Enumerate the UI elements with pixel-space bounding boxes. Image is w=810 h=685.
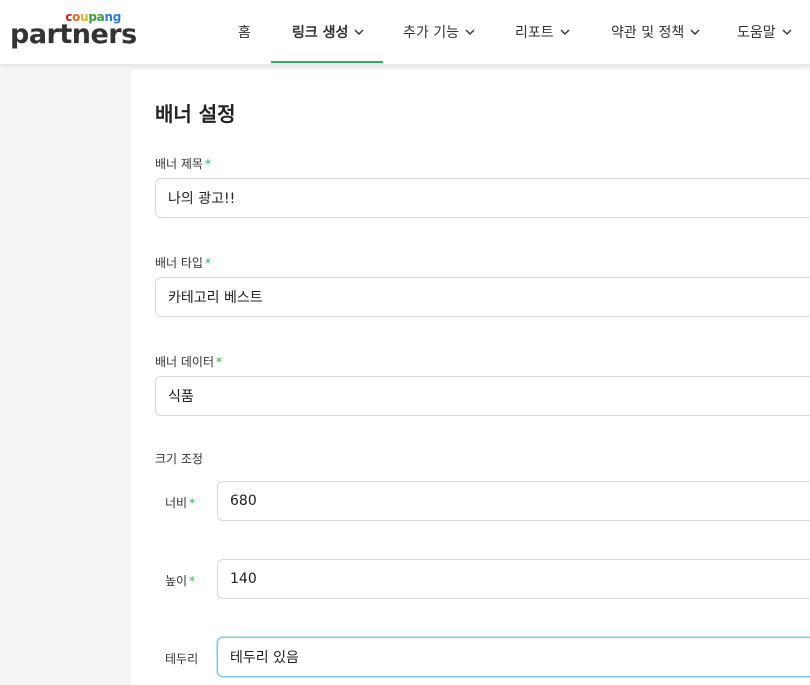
nav-terms-policy[interactable]: 약관 및 정책 <box>611 0 701 64</box>
required-mark: * <box>204 157 211 171</box>
nav-extra-features[interactable]: 추가 기능 <box>403 0 476 64</box>
banner-title-input[interactable]: 나의 광고!! <box>155 178 810 218</box>
nav-link-create[interactable]: 링크 생성 <box>292 0 365 64</box>
height-label: 높이 * <box>165 572 195 589</box>
banner-type-value: 카테고리 베스트 <box>168 290 263 306</box>
border-value: 테두리 있음 <box>230 650 299 666</box>
banner-title-label: 배너 제목 * <box>155 155 211 172</box>
height-value: 140 <box>230 571 257 587</box>
height-input[interactable]: 140 <box>217 559 810 599</box>
nav-link-create-label: 링크 생성 <box>292 25 349 41</box>
nav-home-label: 홈 <box>238 25 251 41</box>
width-label-text: 너비 <box>165 496 188 510</box>
size-section-label: 크기 조정 <box>155 450 203 467</box>
nav-help[interactable]: 도움말 <box>737 0 793 64</box>
banner-data-select[interactable]: 식품 <box>155 376 810 416</box>
banner-title-value: 나의 광고!! <box>168 191 236 207</box>
page-title: 배너 설정 <box>155 102 236 126</box>
chevron-down-icon <box>560 29 570 35</box>
chevron-down-icon <box>782 29 792 35</box>
border-select[interactable]: 테두리 있음 <box>217 637 810 677</box>
top-header: coupang partners 홈 링크 생성 추가 기능 리포트 약관 및 … <box>0 0 810 64</box>
width-value: 680 <box>230 493 257 509</box>
width-label: 너비 * <box>165 494 195 511</box>
height-label-text: 높이 <box>165 574 188 588</box>
required-mark: * <box>189 496 196 510</box>
nav-terms-policy-label: 약관 및 정책 <box>611 25 685 41</box>
chevron-down-icon <box>354 29 364 35</box>
banner-data-label-text: 배너 데이터 <box>155 355 215 369</box>
chevron-down-icon <box>690 29 700 35</box>
nav-help-label: 도움말 <box>737 25 776 41</box>
width-input[interactable]: 680 <box>217 481 810 521</box>
banner-title-label-text: 배너 제목 <box>155 157 203 171</box>
border-label-text: 테두리 <box>165 652 199 666</box>
required-mark: * <box>216 355 223 369</box>
banner-type-label-text: 배너 타입 <box>155 256 203 270</box>
logo-partners-text: partners <box>10 19 137 50</box>
banner-data-value: 식품 <box>168 389 194 405</box>
chevron-down-icon <box>465 29 475 35</box>
border-label: 테두리 <box>165 650 198 667</box>
banner-type-label: 배너 타입 * <box>155 254 211 271</box>
required-mark: * <box>204 256 211 270</box>
nav-report-label: 리포트 <box>515 25 554 41</box>
required-mark: * <box>189 574 196 588</box>
banner-data-label: 배너 데이터 * <box>155 353 222 370</box>
nav-active-indicator <box>271 61 383 63</box>
nav-extra-features-label: 추가 기능 <box>403 25 459 41</box>
nav-home[interactable]: 홈 <box>238 0 251 64</box>
coupang-partners-logo[interactable]: coupang partners <box>10 10 137 50</box>
size-section-label-text: 크기 조정 <box>155 452 203 466</box>
banner-type-select[interactable]: 카테고리 베스트 <box>155 277 810 317</box>
nav-report[interactable]: 리포트 <box>515 0 571 64</box>
